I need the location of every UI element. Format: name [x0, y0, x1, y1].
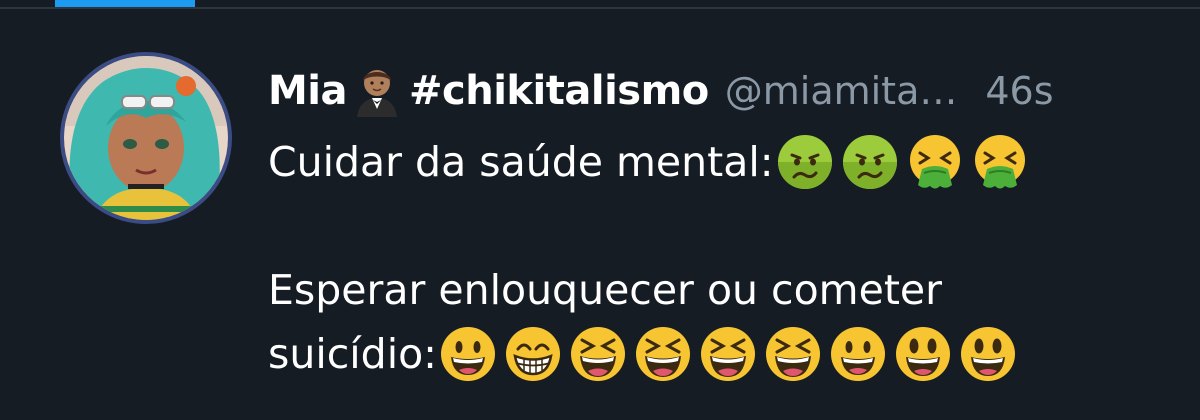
user-handle[interactable]: @miamita… [725, 69, 958, 113]
grinning-squinting-face-emoji-icon [764, 325, 822, 383]
tweet-line-3-text: suicídio: [268, 330, 437, 378]
tweet-text: Cuidar da saúde mental: Esperar enlouque… [268, 130, 1168, 386]
grinning-face-big-eyes-emoji-icon [959, 325, 1017, 383]
avatar[interactable] [60, 52, 232, 224]
face-vomiting-emoji-icon [906, 133, 964, 191]
grinning-face-big-eyes-emoji-icon [894, 325, 952, 383]
tweet-view: Mia #chikitalismo @miamita… 46s Cuidar d… [0, 0, 1200, 420]
tweet-line-2-text: Esperar enlouquecer ou cometer [268, 266, 942, 314]
tweet-header: Mia #chikitalismo @miamita… 46s [268, 63, 1054, 119]
emoji-row-3 [439, 325, 1024, 383]
face-vomiting-emoji-icon [971, 133, 1029, 191]
tweet-line-3: suicídio: [268, 322, 1168, 386]
display-name[interactable]: Mia [268, 68, 348, 114]
active-tab-indicator [55, 0, 195, 7]
grinning-squinting-face-emoji-icon [569, 325, 627, 383]
man-in-tuxedo-emoji [351, 65, 403, 117]
timestamp[interactable]: 46s [985, 69, 1053, 113]
grinning-face-emoji-icon [829, 325, 887, 383]
grinning-squinting-face-emoji-icon [699, 325, 757, 383]
tweet-line-2: Esperar enlouquecer ou cometer [268, 258, 1168, 322]
beaming-face-emoji-icon [504, 325, 562, 383]
nauseated-face-emoji-icon [776, 133, 834, 191]
grinning-face-emoji-icon [439, 325, 497, 383]
hashtag-link[interactable]: #chikitalismo [409, 68, 709, 114]
grinning-squinting-face-emoji-icon [634, 325, 692, 383]
nauseated-face-emoji-icon [841, 133, 899, 191]
tweet-line-1: Cuidar da saúde mental: [268, 130, 1168, 194]
tweet-line-1-text: Cuidar da saúde mental: [268, 138, 774, 186]
tab-divider [0, 7, 1200, 9]
emoji-row-1 [776, 133, 1036, 191]
avatar-image [64, 56, 228, 220]
